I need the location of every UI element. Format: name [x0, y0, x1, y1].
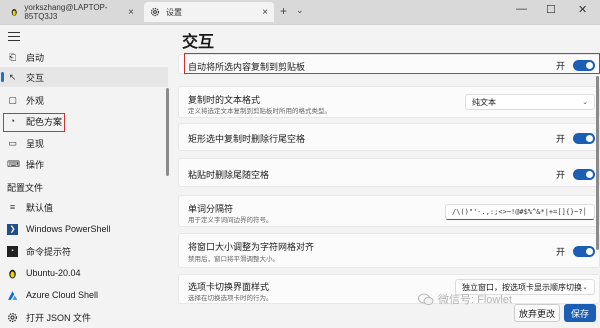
minimize-button[interactable]: —	[516, 3, 527, 15]
appearance-icon: ▢	[8, 94, 17, 105]
setting-word-delimiters: 单词分隔符 用于定义字词间边界的符号。 /\()"'-.,:;<>~!@#$%^…	[178, 195, 600, 227]
title-bar: yorkszhang@LAPTOP-85TQ3J3 × 设置 × + ⌄ — ☐…	[0, 0, 600, 25]
setting-trim-paste: 粘贴时删除尾随空格 开	[178, 158, 600, 187]
wechat-icon	[418, 293, 434, 305]
sidebar-item-label: 呈现	[26, 138, 45, 149]
open-json-label: 打开 JSON 文件	[26, 313, 92, 323]
sidebar-item-label: 启动	[26, 52, 45, 63]
setting-copy-format: 复制时的文本格式 定义将选定文本复制到剪贴板时所用的格式类型。 纯文本 ⌄	[178, 86, 600, 118]
chevron-down-icon: ⌄	[582, 284, 588, 291]
watermark-text: 微信号: Flowlet	[438, 294, 512, 306]
settings-content: 交互 自动将所选内容复制到剪贴板 开 复制时的文本格式 定义将选定文本复制到剪贴…	[170, 24, 600, 328]
tab-settings[interactable]: 设置 ×	[144, 2, 274, 22]
input-value: /\()"'-.,:;<>~!@#$%^&*|+=[]{}~?│	[452, 208, 587, 216]
setting-title: 将窗口大小调整为字符网格对齐	[188, 242, 315, 252]
profiles-header: 配置文件	[7, 183, 44, 193]
watermark: 微信号: Flowlet	[418, 291, 512, 307]
maximize-button[interactable]: ☐	[546, 3, 556, 16]
sidebar-item-label: 命令提示符	[26, 246, 72, 257]
linux-icon	[9, 269, 16, 278]
select-value: 纯文本	[472, 97, 496, 107]
rocket-icon: ⎗	[8, 51, 17, 62]
sidebar-item-label: 默认值	[26, 202, 54, 213]
sidebar-item-defaults[interactable]: ≡ 默认值	[0, 197, 168, 217]
setting-tab-switcher-mode: 选项卡切换界面样式 选择在切换选项卡时的行为。 独立窗口，按选项卡显示顺序切换 …	[178, 274, 600, 304]
sidebar-item-cmd[interactable]: ▪ 命令提示符	[0, 241, 168, 261]
toggle-state: 开	[555, 247, 565, 257]
sidebar-item-label: 操作	[26, 159, 45, 170]
toggle-state: 开	[555, 170, 565, 180]
setting-description: 选择在切换选项卡时的行为。	[188, 295, 273, 302]
tab-terminal[interactable]: yorkszhang@LAPTOP-85TQ3J3 ×	[4, 2, 140, 22]
sidebar: ⎗ 启动 ↖ 交互 ▢ 外观 ◔ 配色方案 ▭ 呈现 ⌨ 操作 配置文件 ≡ 默…	[0, 24, 170, 328]
sidebar-scrollbar[interactable]	[166, 88, 169, 176]
save-button[interactable]: 保存	[564, 304, 596, 322]
setting-description: 定义将选定文本复制到剪贴板时所用的格式类型。	[188, 108, 331, 115]
layers-icon: ≡	[9, 201, 16, 212]
sidebar-item-azure[interactable]: Azure Cloud Shell	[0, 285, 168, 305]
sidebar-item-startup[interactable]: ⎗ 启动	[0, 47, 168, 67]
new-tab-button[interactable]: +	[280, 4, 287, 18]
toggle-state: 开	[555, 134, 565, 144]
chevron-down-icon[interactable]: ⌄	[296, 5, 304, 16]
cursor-icon: ↖	[8, 71, 17, 82]
keyboard-icon: ⌨	[7, 158, 20, 169]
cmd-icon: ▪	[7, 245, 18, 257]
sidebar-item-label: Azure Cloud Shell	[26, 290, 99, 300]
toggle-switch[interactable]	[573, 133, 595, 144]
powershell-icon: ❯	[7, 223, 18, 235]
linux-penguin-icon	[11, 9, 17, 16]
content-scrollbar[interactable]	[596, 76, 599, 250]
setting-title: 矩形选中复制时删除行尾空格	[188, 134, 306, 144]
sidebar-item-label: Windows PowerShell	[26, 224, 111, 234]
sidebar-item-label: 交互	[26, 72, 45, 83]
open-json-button[interactable]: 打开 JSON 文件	[7, 311, 91, 324]
setting-trim-block-selection: 矩形选中复制时删除行尾空格 开	[178, 123, 600, 151]
sidebar-item-label: Ubuntu-20.04	[26, 268, 81, 278]
tab-title: yorkszhang@LAPTOP-85TQ3J3	[24, 3, 108, 21]
page-title: 交互	[182, 34, 215, 51]
setting-title: 粘贴时删除尾随空格	[188, 170, 270, 180]
setting-description: 用于定义字词间边界的符号。	[188, 217, 273, 224]
menu-icon[interactable]	[8, 32, 20, 41]
chevron-down-icon: ⌄	[582, 99, 588, 106]
close-window-button[interactable]: ✕	[578, 3, 587, 16]
toggle-switch[interactable]	[573, 169, 595, 180]
tab-title: 设置	[166, 7, 182, 17]
close-icon[interactable]: ×	[262, 7, 268, 18]
word-delimiters-input[interactable]: /\()"'-.,:;<>~!@#$%^&*|+=[]{}~?│	[445, 204, 595, 220]
sidebar-item-interaction[interactable]: ↖ 交互	[0, 67, 168, 87]
display-icon: ▭	[8, 137, 17, 148]
annotation-highlight	[184, 53, 600, 74]
annotation-highlight	[3, 113, 65, 132]
setting-description: 禁用后，窗口将平滑调整大小。	[188, 256, 279, 263]
discard-changes-button[interactable]: 放弃更改	[514, 304, 560, 322]
sidebar-item-appearance[interactable]: ▢ 外观	[0, 90, 168, 110]
sidebar-item-rendering[interactable]: ▭ 呈现	[0, 133, 168, 153]
setting-snap-to-grid: 将窗口大小调整为字符网格对齐 禁用后，窗口将平滑调整大小。 开	[178, 233, 600, 268]
sidebar-item-label: 外观	[26, 95, 45, 106]
azure-icon	[8, 290, 18, 300]
sidebar-item-actions[interactable]: ⌨ 操作	[0, 154, 168, 174]
gear-icon	[150, 7, 160, 17]
sidebar-item-powershell[interactable]: ❯ Windows PowerShell	[0, 219, 168, 239]
sidebar-item-ubuntu[interactable]: Ubuntu-20.04	[0, 263, 168, 283]
close-icon[interactable]: ×	[128, 7, 134, 18]
gear-icon	[7, 312, 18, 323]
toggle-switch[interactable]	[573, 246, 595, 257]
copy-format-select[interactable]: 纯文本 ⌄	[465, 94, 595, 110]
